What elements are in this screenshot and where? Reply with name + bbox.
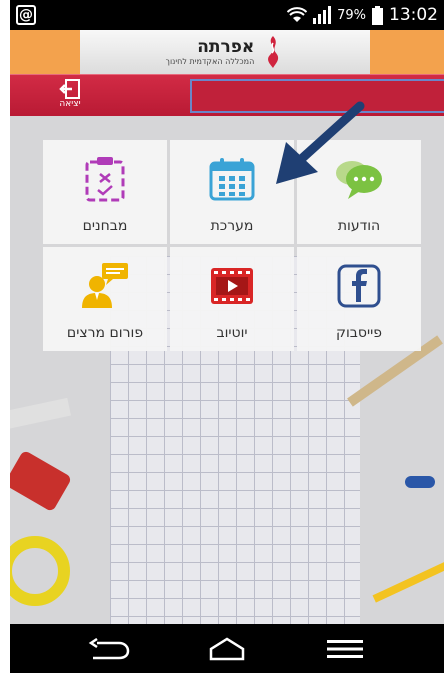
notification-icon: @ <box>16 5 36 25</box>
clipboard-check-icon <box>80 154 130 204</box>
tile-label: מבחנים <box>82 218 128 234</box>
tile-label: יוטיוב <box>216 325 248 341</box>
home-icon <box>209 637 245 660</box>
exit-button[interactable]: יציאה <box>52 78 88 114</box>
home-button[interactable] <box>197 629 257 669</box>
college-logo: אפרתה המכללה האקדמית לחינוך <box>80 30 370 74</box>
pin-decoration <box>405 476 435 488</box>
nav-bar <box>10 624 444 673</box>
main-content: הודעות מערכת מבחנים פייסבוק יוטיוב פורום… <box>10 116 444 624</box>
logo-text: אפרתה המכללה האקדמית לחינוך <box>165 36 255 66</box>
tile-lecturer-forum[interactable]: פורום מרצים <box>43 247 167 351</box>
battery-percent: 79% <box>337 7 366 23</box>
menu-button[interactable] <box>315 629 375 669</box>
logo-subtitle: המכללה האקדמית לחינוך <box>165 56 255 66</box>
status-bar: @ 79% 13:02 <box>10 0 444 30</box>
video-icon <box>207 261 257 311</box>
calendar-icon <box>207 154 257 204</box>
back-button[interactable] <box>79 629 139 669</box>
exit-icon <box>59 79 80 99</box>
wifi-icon <box>287 7 308 22</box>
annotation-arrow <box>276 101 365 184</box>
tile-label: פורום מרצים <box>66 325 144 341</box>
tile-facebook[interactable]: פייסבוק <box>297 247 421 351</box>
scissors-decoration <box>10 536 70 606</box>
exit-label: יציאה <box>59 99 81 109</box>
tile-youtube[interactable]: יוטיוב <box>170 247 294 351</box>
device-frame: @ 79% 13:02 אפרתה המכללה האקדמית לחינוך … <box>10 0 444 673</box>
top-toolbar: יציאה <box>10 74 444 116</box>
facebook-icon <box>334 261 384 311</box>
back-icon <box>88 637 130 659</box>
battery-icon <box>372 5 383 25</box>
pencil-decoration <box>10 397 71 433</box>
app-header: אפרתה המכללה האקדמית לחינוך <box>10 30 444 74</box>
tile-label: מערכת <box>210 218 254 234</box>
menu-icon <box>327 639 363 658</box>
lecturer-forum-icon <box>80 261 130 311</box>
pencil2-decoration <box>372 557 444 603</box>
tile-label: פייסבוק <box>336 325 382 341</box>
sharpener-decoration <box>10 449 73 513</box>
logo-emblem-icon <box>268 36 279 68</box>
status-right: 79% 13:02 <box>287 4 438 26</box>
clock: 13:02 <box>389 5 438 25</box>
tile-label: הודעות <box>337 218 381 234</box>
signal-icon <box>313 6 332 24</box>
logo-title: אפרתה <box>197 36 255 57</box>
tile-exams[interactable]: מבחנים <box>43 140 167 244</box>
